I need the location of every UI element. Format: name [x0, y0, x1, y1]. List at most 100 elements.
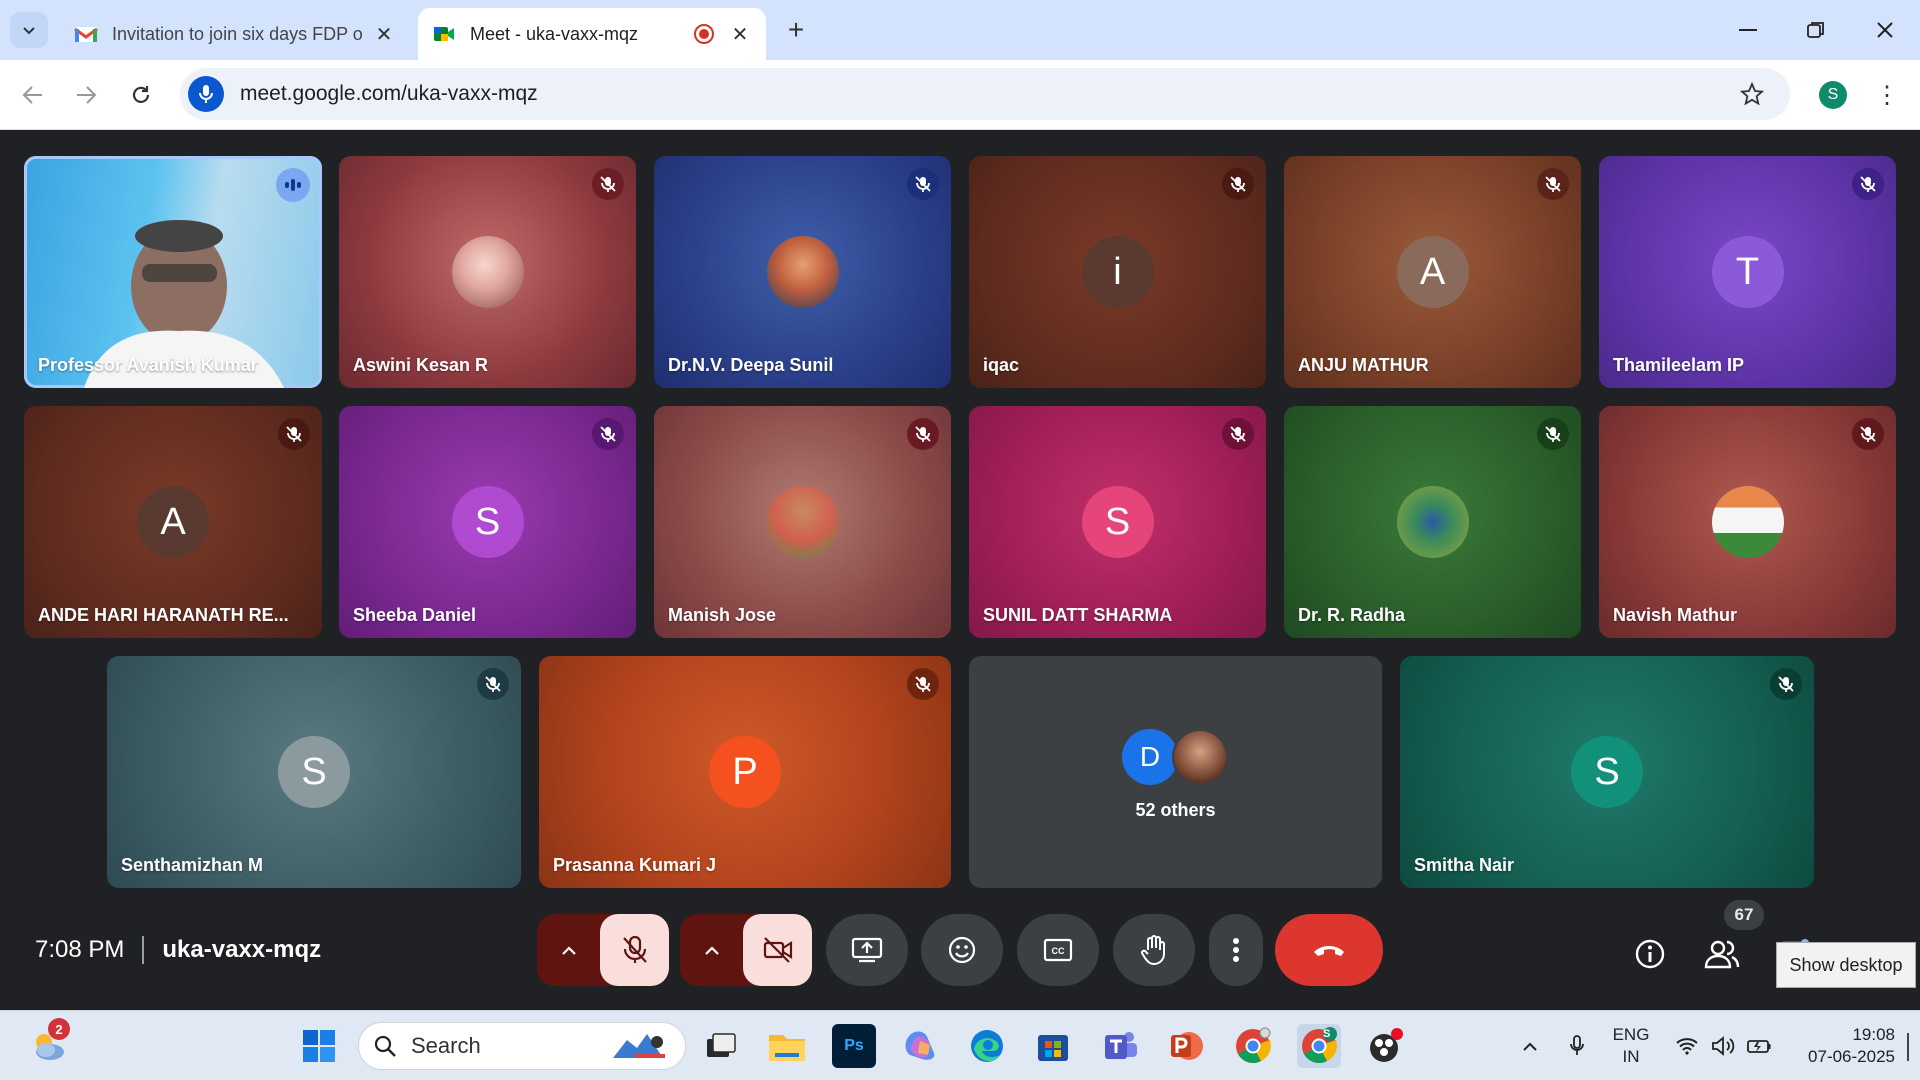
participant-avatar: T [1711, 236, 1784, 308]
input-language[interactable]: ENG IN [1612, 1024, 1650, 1068]
people-button[interactable] [1702, 934, 1742, 974]
profile-avatar[interactable]: S [1819, 81, 1847, 109]
close-tab-icon[interactable]: ✕ [372, 22, 396, 46]
tab-search-button[interactable] [10, 12, 48, 48]
new-tab-button[interactable]: + [780, 14, 812, 46]
participant-name: Aswini Kesan R [353, 355, 489, 375]
mic-tray-icon[interactable] [1560, 1011, 1594, 1080]
muted-mic-icon [278, 418, 310, 450]
participant-tile[interactable]: A ANJU MATHUR [1284, 156, 1581, 388]
participant-tile[interactable]: S Sheeba Daniel [339, 406, 636, 638]
video-settings-chevron[interactable] [680, 914, 743, 986]
restore-button[interactable] [1792, 12, 1840, 48]
participant-tile[interactable]: S SUNIL DATT SHARMA [969, 406, 1266, 638]
copilot-button[interactable] [899, 1024, 943, 1068]
people-icon [1704, 940, 1740, 969]
participant-tile[interactable]: S Senthamizhan M [107, 656, 521, 888]
toggle-mic-button[interactable] [600, 914, 669, 986]
file-explorer-button[interactable] [765, 1024, 809, 1068]
tab-gmail[interactable]: Invitation to join six days FDP o ✕ [60, 8, 410, 60]
wifi-icon[interactable] [1670, 1011, 1704, 1080]
volume-icon[interactable] [1706, 1011, 1740, 1080]
photoshop-button[interactable]: Ps [832, 1024, 876, 1068]
start-button[interactable] [297, 1024, 341, 1068]
closed-captions-icon: CC [1043, 938, 1073, 962]
chrome-profile-button[interactable]: S [1297, 1024, 1341, 1068]
audio-settings-chevron[interactable] [537, 914, 600, 986]
teams-button[interactable] [1098, 1024, 1142, 1068]
others-photo [1172, 729, 1228, 785]
participant-tile[interactable]: Dr. R. Radha [1284, 406, 1581, 638]
chrome-menu-icon[interactable]: ⋮ [1872, 78, 1902, 112]
participant-tile[interactable]: Dr.N.V. Deepa Sunil [654, 156, 951, 388]
emoji-icon [948, 936, 976, 964]
participant-avatar: A [1396, 236, 1469, 308]
edge-button[interactable] [965, 1024, 1009, 1068]
tab-title: Meet - uka-vaxx-mqz [470, 23, 639, 44]
muted-mic-icon [477, 668, 509, 700]
end-call-icon [1314, 946, 1344, 956]
address-bar[interactable]: meet.google.com/uka-vaxx-mqz [180, 68, 1790, 120]
participant-name: Manish Jose [668, 605, 777, 625]
show-desktop-button[interactable] [1907, 1033, 1909, 1061]
windows-start-icon [303, 1030, 335, 1062]
chrome-button[interactable] [1231, 1024, 1275, 1068]
camera-control-group [680, 914, 812, 986]
chevron-up-icon [561, 946, 576, 955]
more-vert-icon [1233, 938, 1239, 962]
participant-avatar: S [1081, 486, 1154, 558]
more-options-button[interactable] [1209, 914, 1263, 986]
teams-icon [1105, 1032, 1137, 1059]
leave-call-button[interactable] [1275, 914, 1383, 986]
taskbar-clock[interactable]: 19:08 07-06-2025 [1795, 1024, 1895, 1068]
participant-tile[interactable]: Aswini Kesan R [339, 156, 636, 388]
participant-tile[interactable]: Navish Mathur [1599, 406, 1896, 638]
participant-photo [766, 236, 839, 308]
participant-name: iqac [983, 355, 1020, 375]
close-tab-icon[interactable]: ✕ [728, 22, 752, 46]
participant-tile[interactable]: i iqac [969, 156, 1266, 388]
chrome-profile-initial: S [1323, 1028, 1331, 1040]
muted-mic-icon [1770, 668, 1802, 700]
participant-tile[interactable]: A ANDE HARI HARANATH RE... [24, 406, 322, 638]
meeting-details-button[interactable] [1630, 934, 1670, 974]
participant-tile[interactable]: S Smitha Nair [1400, 656, 1814, 888]
others-tile[interactable]: D 52 others [969, 656, 1382, 888]
mic-in-use-icon[interactable] [188, 76, 224, 112]
captions-button[interactable]: CC [1017, 914, 1099, 986]
reactions-button[interactable] [921, 914, 1003, 986]
obs-button[interactable] [1364, 1024, 1408, 1068]
divider [142, 936, 145, 964]
show-desktop-tooltip: Show desktop [1776, 942, 1916, 988]
task-view-button[interactable] [699, 1024, 743, 1068]
speaking-indicator-icon [276, 168, 310, 202]
minimize-button[interactable] [1724, 12, 1772, 48]
gmail-icon [74, 27, 98, 42]
close-window-button[interactable] [1861, 12, 1909, 48]
muted-mic-icon [592, 418, 624, 450]
recording-icon [694, 24, 714, 44]
participant-tile[interactable]: Professor Avanish Kumar [24, 156, 322, 388]
tab-meet[interactable]: Meet - uka-vaxx-mqz ✕ [418, 8, 766, 60]
toggle-camera-button[interactable] [743, 914, 812, 986]
forward-button[interactable] [69, 78, 103, 112]
mic-off-icon [622, 935, 647, 963]
participant-tile[interactable]: T Thamileelam IP [1599, 156, 1896, 388]
microsoft-store-button[interactable] [1031, 1024, 1075, 1068]
back-button[interactable] [16, 78, 50, 112]
battery-icon[interactable] [1742, 1011, 1776, 1080]
show-hidden-icons[interactable] [1513, 1011, 1547, 1080]
muted-mic-icon [1537, 418, 1569, 450]
present-screen-button[interactable] [826, 914, 908, 986]
meeting-time: 7:08 PM [35, 936, 125, 963]
participant-tile[interactable]: Manish Jose [654, 406, 951, 638]
participant-photo [1711, 486, 1784, 558]
taskbar-search[interactable]: Search [358, 1022, 686, 1070]
search-placeholder: Search [411, 1033, 481, 1058]
powerpoint-button[interactable] [1164, 1024, 1208, 1068]
reload-button[interactable] [124, 78, 158, 112]
raise-hand-button[interactable] [1113, 914, 1195, 986]
participant-tile[interactable]: P Prasanna Kumari J [539, 656, 951, 888]
bookmark-star-icon[interactable] [1732, 74, 1772, 114]
participant-name: Smitha Nair [1414, 855, 1515, 875]
